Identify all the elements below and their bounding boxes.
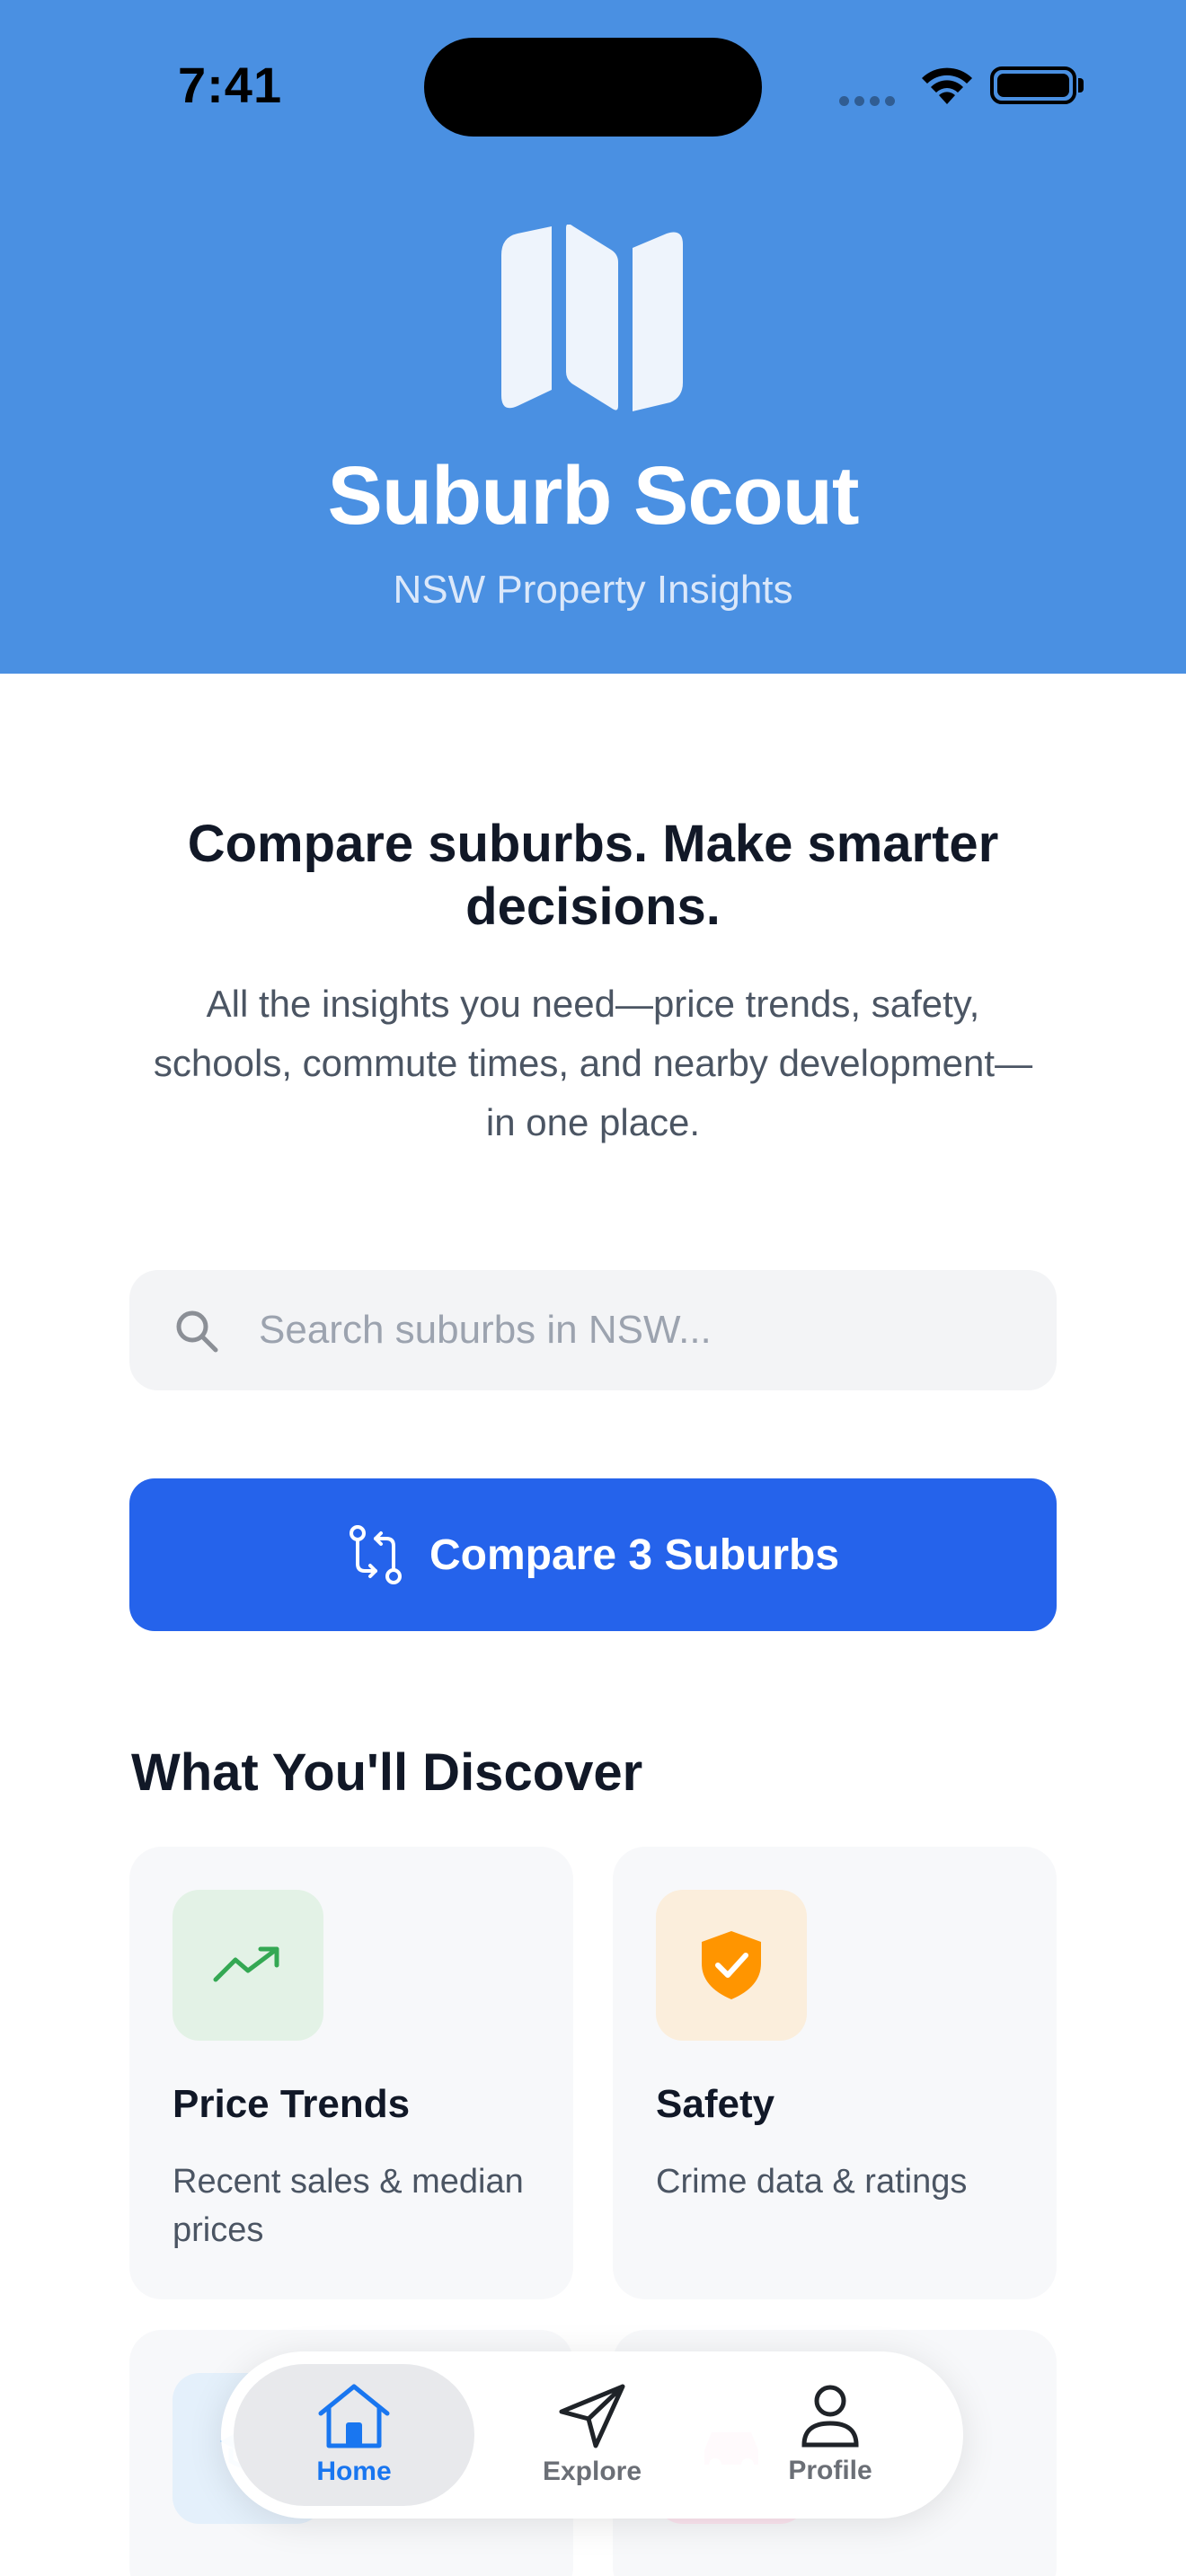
compare-suburbs-button[interactable]: Compare 3 Suburbs (129, 1478, 1057, 1631)
price-trends-icon-box (173, 1890, 323, 2041)
search-bar[interactable] (129, 1270, 1057, 1390)
app-title: Suburb Scout (327, 450, 859, 542)
person-icon (801, 2385, 859, 2448)
tab-home[interactable]: Home (234, 2364, 474, 2506)
tab-label: Home (316, 2457, 392, 2486)
cellular-signal-icon (839, 94, 900, 110)
feature-card-safety[interactable]: Safety Crime data & ratings (613, 1847, 1057, 2299)
search-input[interactable] (259, 1297, 1031, 1363)
compare-button-label: Compare 3 Suburbs (429, 1531, 840, 1579)
wifi-icon (922, 67, 972, 104)
tab-profile[interactable]: Profile (710, 2364, 951, 2506)
tab-label: Profile (788, 2456, 872, 2485)
send-icon (559, 2384, 625, 2448)
intro-description: All the insights you need—price trends, … (153, 983, 1033, 1143)
trending-up-icon (213, 1946, 279, 1982)
status-icons (836, 63, 1084, 110)
tab-label: Explore (542, 2457, 642, 2486)
map-icon (501, 225, 683, 411)
card-title: Price Trends (173, 2082, 411, 2126)
feature-card-price-trends[interactable]: Price Trends Recent sales & median price… (129, 1847, 573, 2299)
intro-headline: Compare suburbs. Make smarter decisions. (187, 815, 999, 936)
card-description: Crime data & ratings (656, 2163, 968, 2201)
safety-icon-box (656, 1890, 807, 2041)
tab-bar: Home Explore Profile (221, 2351, 963, 2519)
dynamic-island (424, 38, 762, 137)
app-subtitle: NSW Property Insights (393, 568, 793, 612)
app-header: 7:41 Suburb Scout NSW Property Insights (0, 0, 1186, 674)
home-icon (318, 2384, 390, 2448)
search-icon (176, 1310, 218, 1353)
tab-explore[interactable]: Explore (472, 2364, 712, 2506)
card-title: Safety (656, 2082, 775, 2126)
card-description: Recent sales & median prices (173, 2163, 524, 2249)
status-time: 7:41 (178, 57, 283, 113)
compare-arrows-icon (349, 1525, 402, 1584)
shield-check-icon (702, 1931, 761, 1999)
discover-section-title: What You'll Discover (131, 1743, 643, 1802)
battery-icon (990, 66, 1076, 104)
